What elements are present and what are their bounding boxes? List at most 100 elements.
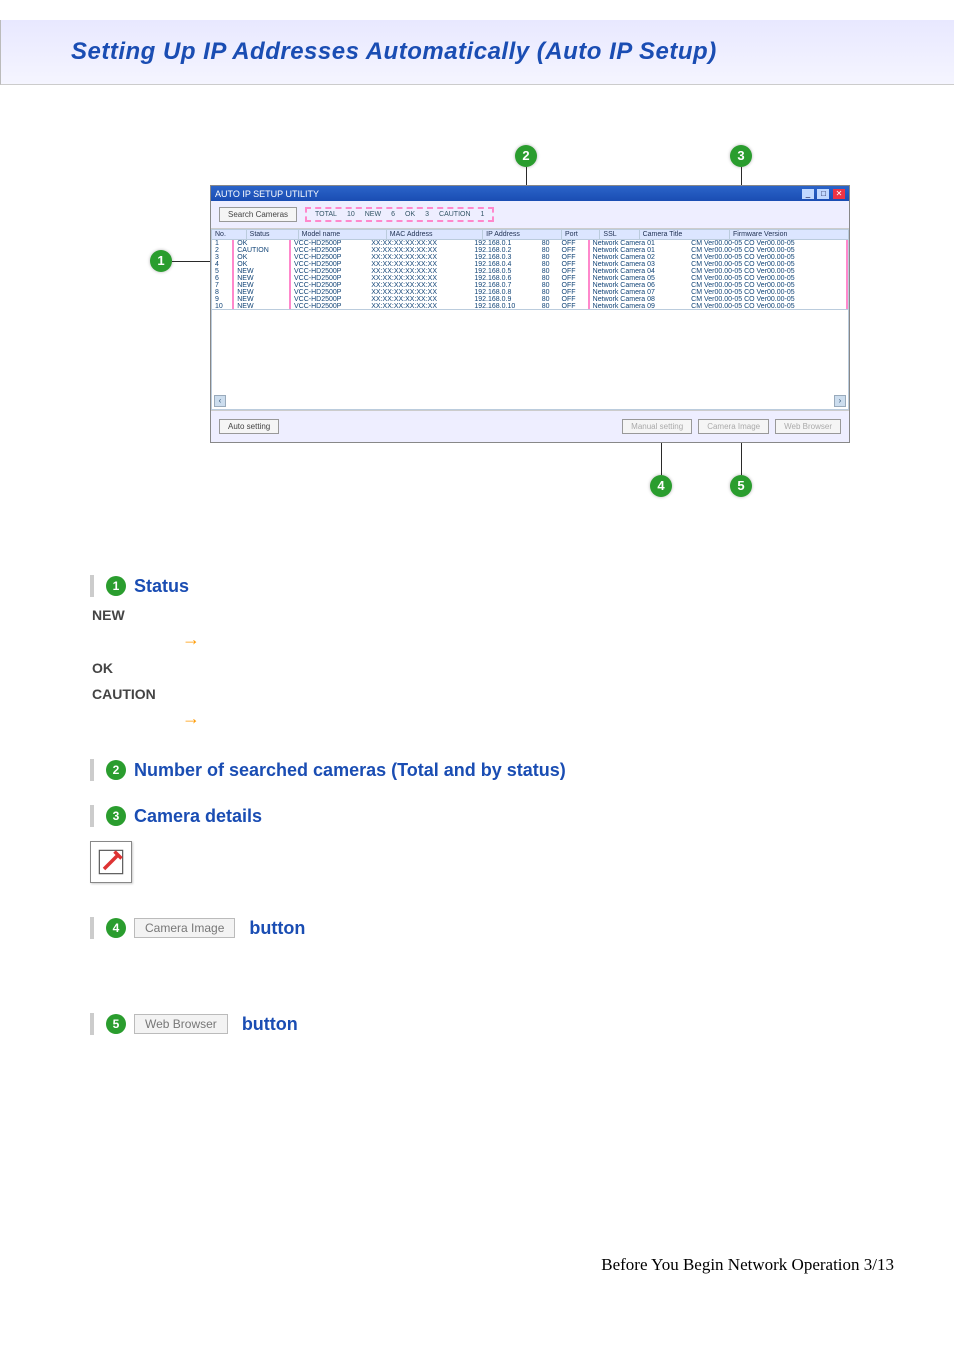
- cell-port: 80: [539, 289, 559, 296]
- cell-fw: CM Ver00.00-05 CO Ver00.00-05: [688, 268, 847, 275]
- cell-no: 5: [212, 268, 233, 275]
- col-fw[interactable]: Firmware Version: [729, 230, 848, 240]
- cell-ip: 192.168.0.3: [471, 254, 538, 261]
- cell-no: 1: [212, 240, 233, 247]
- cell-port: 80: [539, 268, 559, 275]
- count-ok-label: OK: [401, 211, 419, 218]
- table-row[interactable]: 10NEWVCC-HD2500PXX:XX:XX:XX:XX:XX192.168…: [212, 303, 847, 310]
- col-ssl[interactable]: SSL: [600, 230, 639, 240]
- col-status[interactable]: Status: [246, 230, 298, 240]
- cell-title: Network Camera 07: [589, 289, 688, 296]
- cell-port: 80: [539, 275, 559, 282]
- count-caution-label: CAUTION: [435, 211, 475, 218]
- cell-ssl: OFF: [559, 289, 589, 296]
- section-bar-icon: [90, 1013, 94, 1035]
- count-total: 10: [343, 211, 359, 218]
- cell-title: Network Camera 01: [589, 247, 688, 254]
- cell-port: 80: [539, 247, 559, 254]
- table-row[interactable]: 9NEWVCC-HD2500PXX:XX:XX:XX:XX:XX192.168.…: [212, 296, 847, 303]
- app-window: AUTO IP SETUP UTILITY _ □ ✕ Search Camer…: [210, 185, 850, 443]
- cell-status: OK: [233, 240, 290, 247]
- cell-model: VCC-HD2500P: [290, 289, 368, 296]
- camera-grid: No. Status Model name MAC Address IP Add…: [211, 229, 849, 410]
- cell-status: NEW: [233, 296, 290, 303]
- cell-model: VCC-HD2500P: [290, 303, 368, 310]
- section-4-num: 4: [106, 918, 126, 938]
- section-2-head: 2 Number of searched cameras (Total and …: [90, 759, 894, 781]
- callout-1: 1: [150, 250, 172, 272]
- manual-setting-button[interactable]: Manual setting: [622, 419, 692, 434]
- table-row[interactable]: 2CAUTIONVCC-HD2500PXX:XX:XX:XX:XX:XX192.…: [212, 247, 847, 254]
- cell-fw: CM Ver00.00-05 CO Ver00.00-05: [688, 240, 847, 247]
- arrow-right-icon: →: [182, 629, 894, 650]
- count-new-label: NEW: [361, 211, 385, 218]
- count-total-label: TOTAL: [311, 211, 341, 218]
- minimize-icon[interactable]: _: [802, 189, 814, 199]
- cell-status: NEW: [233, 282, 290, 289]
- table-row[interactable]: 7NEWVCC-HD2500PXX:XX:XX:XX:XX:XX192.168.…: [212, 282, 847, 289]
- table-row[interactable]: 6NEWVCC-HD2500PXX:XX:XX:XX:XX:XX192.168.…: [212, 275, 847, 282]
- cell-model: VCC-HD2500P: [290, 268, 368, 275]
- camera-image-button[interactable]: Camera Image: [698, 419, 769, 434]
- cell-ssl: OFF: [559, 247, 589, 254]
- counts-row: TOTAL 10 NEW 6 OK 3 CAUTION 1: [305, 207, 494, 222]
- auto-setting-button[interactable]: Auto setting: [219, 419, 279, 434]
- web-browser-inline-button: Web Browser: [134, 1014, 228, 1034]
- close-icon[interactable]: ✕: [833, 189, 845, 199]
- section-2-num: 2: [106, 760, 126, 780]
- maximize-icon[interactable]: □: [817, 189, 829, 199]
- page-footer: Before You Begin Network Operation 3/13: [0, 1245, 954, 1295]
- cell-ip: 192.168.0.6: [471, 275, 538, 282]
- cell-status: OK: [233, 254, 290, 261]
- status-ok: OK: [92, 660, 894, 676]
- scroll-right-icon[interactable]: ›: [834, 395, 846, 407]
- count-new: 6: [387, 211, 399, 218]
- note-pencil-icon: [90, 841, 132, 883]
- cell-title: Network Camera 04: [589, 268, 688, 275]
- cell-title: Network Camera 02: [589, 254, 688, 261]
- cell-mac: XX:XX:XX:XX:XX:XX: [368, 289, 471, 296]
- cell-status: NEW: [233, 268, 290, 275]
- section-3-head: 3 Camera details: [90, 805, 894, 827]
- table-row[interactable]: 5NEWVCC-HD2500PXX:XX:XX:XX:XX:XX192.168.…: [212, 268, 847, 275]
- section-bar-icon: [90, 575, 94, 597]
- arrow-right-icon: →: [182, 708, 894, 729]
- cell-fw: CM Ver00.00-05 CO Ver00.00-05: [688, 275, 847, 282]
- col-no[interactable]: No.: [212, 230, 247, 240]
- callout-4: 4: [650, 475, 672, 497]
- col-title[interactable]: Camera Title: [639, 230, 729, 240]
- section-2-title: Number of searched cameras (Total and by…: [134, 760, 566, 781]
- callout-3: 3: [730, 145, 752, 167]
- cell-no: 6: [212, 275, 233, 282]
- cell-port: 80: [539, 254, 559, 261]
- scroll-left-icon[interactable]: ‹: [214, 395, 226, 407]
- table-row[interactable]: 4OKVCC-HD2500PXX:XX:XX:XX:XX:XX192.168.0…: [212, 261, 847, 268]
- page-title-bar: Setting Up IP Addresses Automatically (A…: [0, 20, 954, 85]
- cell-port: 80: [539, 303, 559, 310]
- col-model[interactable]: Model name: [298, 230, 386, 240]
- col-ip[interactable]: IP Address: [483, 230, 562, 240]
- cell-title: Network Camera 08: [589, 296, 688, 303]
- cell-model: VCC-HD2500P: [290, 296, 368, 303]
- cell-fw: CM Ver00.00-05 CO Ver00.00-05: [688, 254, 847, 261]
- col-port[interactable]: Port: [562, 230, 600, 240]
- table-row[interactable]: 1OKVCC-HD2500PXX:XX:XX:XX:XX:XX192.168.0…: [212, 240, 847, 247]
- cell-no: 9: [212, 296, 233, 303]
- web-browser-button[interactable]: Web Browser: [775, 419, 841, 434]
- cell-mac: XX:XX:XX:XX:XX:XX: [368, 254, 471, 261]
- cell-fw: CM Ver00.00-05 CO Ver00.00-05: [688, 303, 847, 310]
- diagram-area: 1 2 3 4 5 AUTO IP SETUP UTILITY _ □ ✕: [90, 115, 894, 515]
- search-cameras-button[interactable]: Search Cameras: [219, 207, 297, 222]
- cell-status: OK: [233, 261, 290, 268]
- cell-ip: 192.168.0.10: [471, 303, 538, 310]
- table-row[interactable]: 3OKVCC-HD2500PXX:XX:XX:XX:XX:XX192.168.0…: [212, 254, 847, 261]
- cell-mac: XX:XX:XX:XX:XX:XX: [368, 303, 471, 310]
- section-bar-icon: [90, 759, 94, 781]
- cell-no: 7: [212, 282, 233, 289]
- cell-mac: XX:XX:XX:XX:XX:XX: [368, 247, 471, 254]
- cell-model: VCC-HD2500P: [290, 261, 368, 268]
- col-mac[interactable]: MAC Address: [386, 230, 482, 240]
- callout-5: 5: [730, 475, 752, 497]
- table-row[interactable]: 8NEWVCC-HD2500PXX:XX:XX:XX:XX:XX192.168.…: [212, 289, 847, 296]
- cell-no: 2: [212, 247, 233, 254]
